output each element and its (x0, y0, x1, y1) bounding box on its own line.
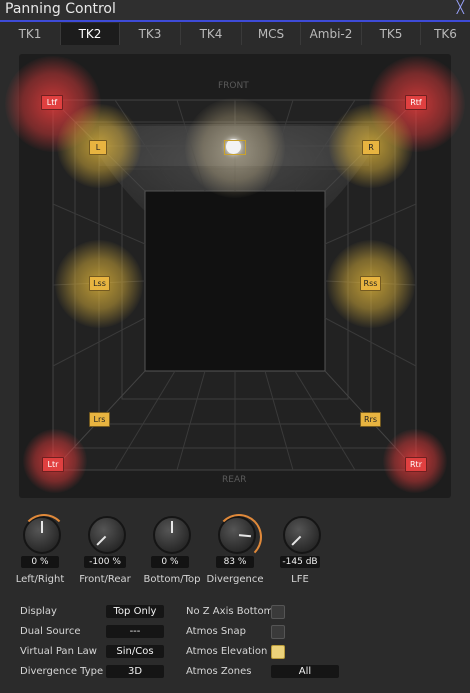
lfe-knob[interactable] (283, 516, 321, 554)
tab-mcs[interactable]: MCS (242, 23, 301, 45)
no-z-axis-bottom-checkbox[interactable] (271, 605, 285, 619)
atmos-snap-label: Atmos Snap (186, 626, 246, 637)
atmos-zones-select[interactable]: All (271, 665, 339, 678)
bottom-top-knob-indicator (171, 521, 173, 533)
lfe-label: LFE (291, 574, 309, 585)
close-icon[interactable]: ╳ (457, 0, 464, 14)
divergence-knob[interactable] (216, 514, 262, 560)
atmos-elevation-label: Atmos Elevation (186, 646, 268, 657)
knob-row: 0 % Left/Right -100 % Front/Rear 0 % Bot… (0, 514, 470, 586)
left-right-knob[interactable] (21, 514, 67, 554)
tab-ambi-2[interactable]: Ambi-2 (301, 23, 362, 45)
left-right-knob-indicator (41, 521, 43, 533)
divergence-knob-ring (216, 514, 262, 560)
tab-tk4[interactable]: TK4 (181, 23, 242, 45)
tab-bar: TK1 TK2 TK3 TK4 MCS Ambi-2 TK5 TK6 (0, 23, 470, 45)
no-z-axis-bottom-label: No Z Axis Bottom (186, 606, 274, 617)
left-right-knob-ring (21, 514, 67, 560)
bottom-top-value[interactable]: 0 % (151, 556, 189, 568)
speaker-c-frame (224, 140, 246, 155)
speaker-lrs[interactable]: Lrs (89, 412, 110, 427)
tab-tk3[interactable]: TK3 (120, 23, 181, 45)
divergence-type-label: Divergence Type (20, 666, 104, 677)
atmos-elevation-checkbox[interactable] (271, 645, 285, 659)
speaker-rss[interactable]: Rss (360, 276, 381, 291)
speaker-rtr[interactable]: Rtr (405, 457, 427, 472)
display-label: Display (20, 606, 57, 617)
title-accent-line (0, 20, 470, 22)
lfe-value[interactable]: -145 dB (280, 556, 320, 568)
bottom-top-knob[interactable] (153, 516, 191, 554)
front-rear-knob-indicator (96, 535, 107, 546)
divergence-value[interactable]: 83 % (216, 556, 254, 568)
tab-tk5[interactable]: TK5 (362, 23, 421, 45)
divergence-label: Divergence (206, 574, 264, 585)
lfe-knob-indicator (291, 535, 302, 546)
display-select[interactable]: Top Only (106, 605, 164, 618)
tab-tk1[interactable]: TK1 (0, 23, 61, 45)
title-bar: Panning Control ╳ (0, 0, 470, 20)
left-right-value[interactable]: 0 % (21, 556, 59, 568)
tab-tk6[interactable]: TK6 (421, 23, 470, 45)
speaker-rtf[interactable]: Rtf (405, 95, 427, 110)
tab-tk2[interactable]: TK2 (61, 23, 120, 45)
speaker-ltr[interactable]: Ltr (42, 457, 64, 472)
bottom-top-label: Bottom/Top (143, 574, 201, 585)
rear-label: REAR (222, 475, 247, 485)
front-rear-knob[interactable] (88, 516, 126, 554)
window-title: Panning Control (5, 1, 116, 17)
atmos-snap-checkbox[interactable] (271, 625, 285, 639)
dual-source-select[interactable]: --- (106, 625, 164, 638)
panner-panel[interactable]: FRONT REAR Ltf Rtf L R Lss Rss Lrs Rrs L… (5, 54, 465, 498)
virtual-pan-law-select[interactable]: Sin/Cos (106, 645, 164, 658)
speaker-r[interactable]: R (362, 140, 380, 155)
left-right-label: Left/Right (15, 574, 65, 585)
dual-source-label: Dual Source (20, 626, 81, 637)
speaker-lss[interactable]: Lss (89, 276, 110, 291)
front-rear-value[interactable]: -100 % (84, 556, 126, 568)
speaker-rrs[interactable]: Rrs (360, 412, 381, 427)
speaker-ltf[interactable]: Ltf (41, 95, 63, 110)
front-rear-label: Front/Rear (79, 574, 131, 585)
atmos-zones-label: Atmos Zones (186, 666, 252, 677)
virtual-pan-law-label: Virtual Pan Law (20, 646, 97, 657)
front-label: FRONT (218, 81, 249, 91)
divergence-type-select[interactable]: 3D (106, 665, 164, 678)
speaker-l[interactable]: L (89, 140, 107, 155)
